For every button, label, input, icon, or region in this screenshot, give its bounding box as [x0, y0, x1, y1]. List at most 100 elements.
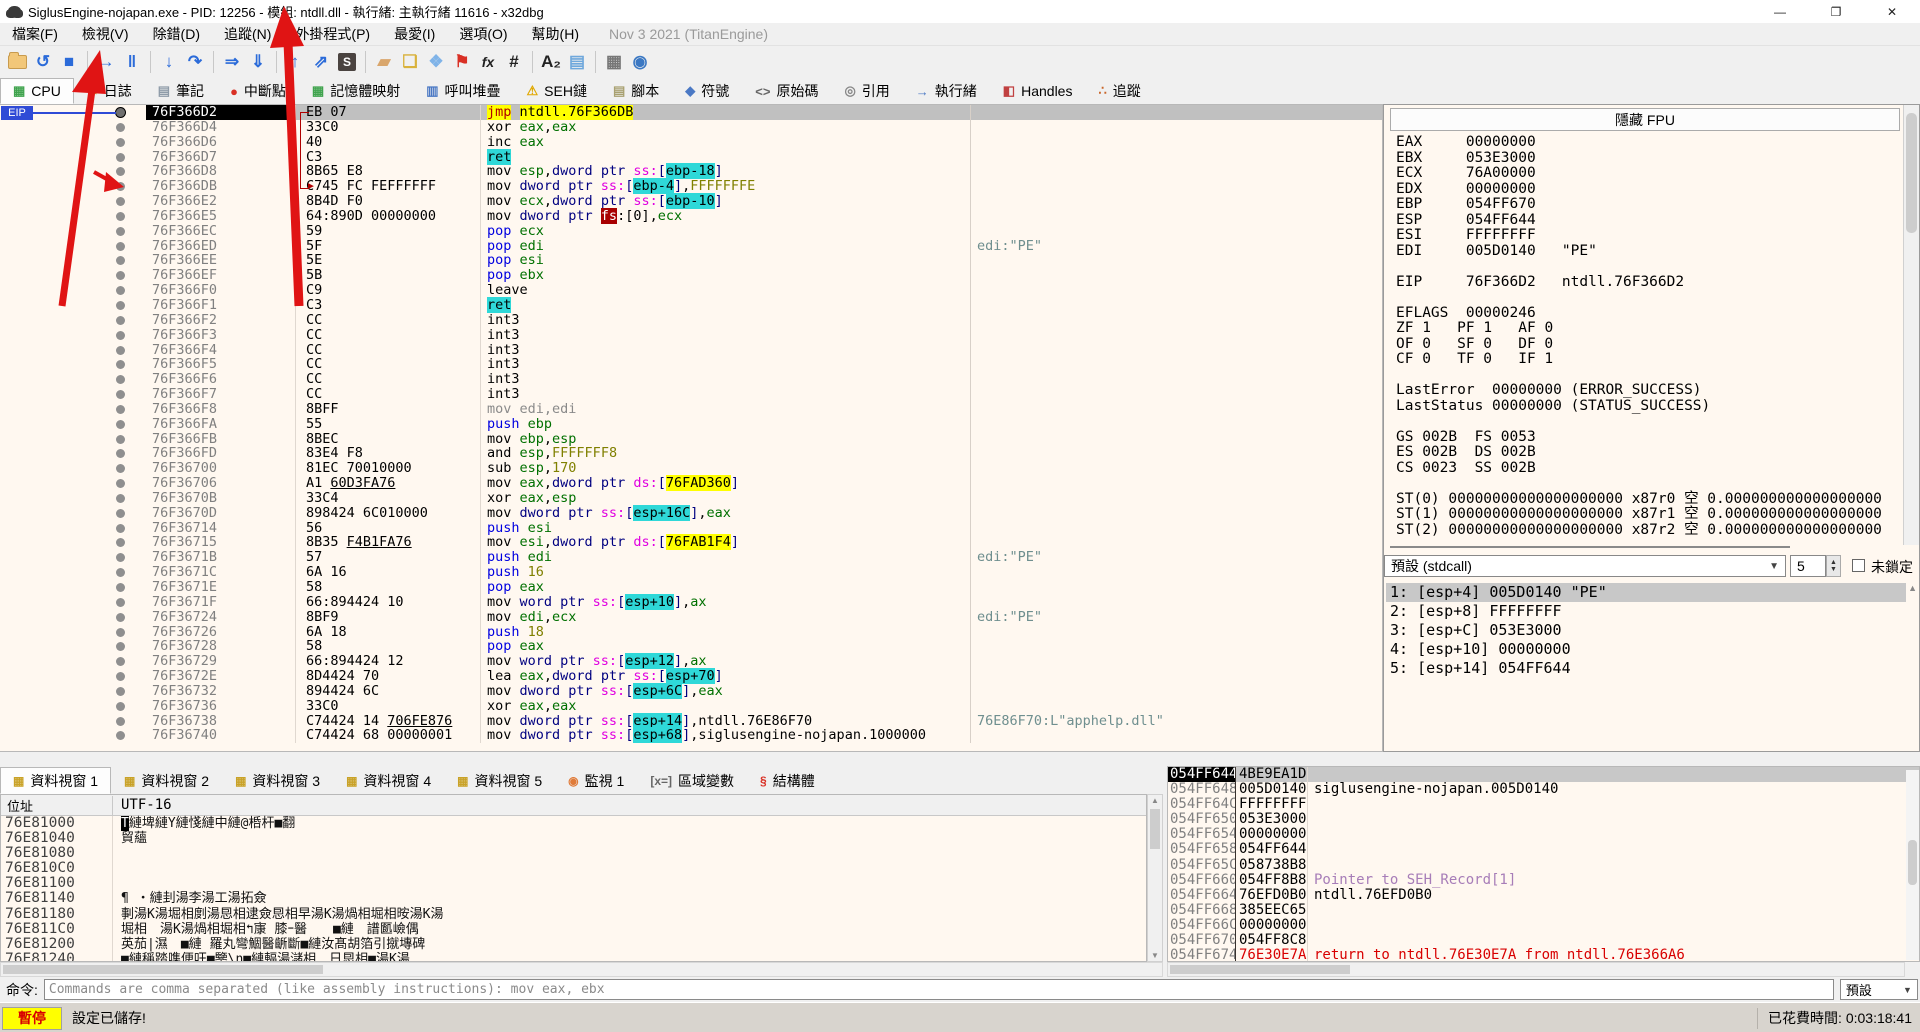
instruction-address[interactable]: 76F36732: [146, 684, 296, 699]
argument-row[interactable]: 5: [esp+14] 054FF644: [1386, 659, 1906, 678]
stack-row[interactable]: 054FF64CFFFFFFFF: [1168, 797, 1919, 812]
breakpoint-gutter[interactable]: [0, 580, 146, 595]
instruction-address[interactable]: 76F3670D: [146, 506, 296, 521]
breakpoint-gutter[interactable]: [0, 610, 146, 625]
instruction-address[interactable]: 76F366F3: [146, 328, 296, 343]
stack-row[interactable]: 054FF65400000000: [1168, 827, 1919, 842]
breakpoint-dot-icon[interactable]: [116, 301, 125, 310]
disasm-row[interactable]: 76F3671C6A 16push 16: [0, 565, 1382, 580]
disasm-row[interactable]: 76F3672966:894424 12mov word ptr ss:[esp…: [0, 654, 1382, 669]
breakpoint-gutter[interactable]: [0, 313, 146, 328]
breakpoint-gutter[interactable]: [0, 417, 146, 432]
instruction-address[interactable]: 76F36738: [146, 714, 296, 729]
instruction-address[interactable]: 76F3671B: [146, 550, 296, 565]
instruction-address[interactable]: 76F36714: [146, 521, 296, 536]
disasm-row[interactable]: 76F36740C74424 68 00000001mov dword ptr …: [0, 728, 1382, 743]
disasm-row[interactable]: 76F366F2CCint3: [0, 313, 1382, 328]
argument-row[interactable]: 2: [esp+8] FFFFFFFF: [1386, 602, 1906, 621]
breakpoint-dot-icon[interactable]: [116, 331, 125, 340]
register-line[interactable]: CS 0023 SS 002B: [1396, 461, 1901, 477]
menu-item[interactable]: 外掛程式(P): [283, 22, 382, 46]
dump-address[interactable]: 76E81040: [1, 831, 113, 846]
script-button[interactable]: S: [334, 49, 360, 75]
pause-button[interactable]: ‖: [119, 49, 145, 75]
breakpoint-dot-icon[interactable]: [116, 167, 125, 176]
breakpoint-dot-icon[interactable]: [116, 346, 125, 355]
dump-row[interactable]: 76E81100: [1, 876, 1146, 891]
breakpoint-gutter[interactable]: [0, 298, 146, 313]
register-line[interactable]: LastStatus 00000000 (STATUS_SUCCESS): [1396, 399, 1901, 415]
skip-next-button[interactable]: ⇓: [245, 49, 271, 75]
stack-address[interactable]: 054FF660: [1168, 873, 1236, 888]
dump-horizontal-scrollbar[interactable]: [0, 962, 1163, 977]
register-line[interactable]: EIP 76F366D2 ntdll.76F366D2: [1396, 275, 1901, 291]
breakpoint-gutter[interactable]: [0, 135, 146, 150]
instruction-address[interactable]: 76F366EF: [146, 268, 296, 283]
breakpoint-gutter[interactable]: [0, 209, 146, 224]
stack-address[interactable]: 054FF650: [1168, 812, 1236, 827]
register-line[interactable]: OF 0 SF 0 DF 0: [1396, 337, 1901, 353]
register-line[interactable]: ECX 76A00000: [1396, 166, 1901, 182]
instruction-address[interactable]: 76F366F5: [146, 357, 296, 372]
breakpoint-gutter[interactable]: [0, 684, 146, 699]
breakpoint-gutter[interactable]: [0, 239, 146, 254]
stack-address[interactable]: 054FF66C: [1168, 918, 1236, 933]
patch-button[interactable]: ▰: [371, 49, 397, 75]
breakpoint-dot-icon[interactable]: [116, 153, 125, 162]
breakpoint-gutter[interactable]: [0, 224, 146, 239]
breakpoint-gutter[interactable]: [0, 728, 146, 743]
breakpoint-dot-icon[interactable]: [116, 212, 125, 221]
breakpoint-gutter[interactable]: [0, 387, 146, 402]
dump-row[interactable]: 76E81240■縺稱踏㗱便㕵■鑒\n■縺輻湯㶆相 日㤙相■湯K湯: [1, 952, 1146, 962]
tab-dump-4[interactable]: ▦資料視窗 4: [333, 767, 444, 794]
breakpoint-dot-icon[interactable]: [116, 197, 125, 206]
register-line[interactable]: [1396, 368, 1901, 384]
disasm-row[interactable]: 76F367158B35 F4B1FA76mov esi,dword ptr d…: [0, 535, 1382, 550]
register-line[interactable]: [1396, 414, 1901, 430]
breakpoint-dot-icon[interactable]: [116, 286, 125, 295]
instruction-address[interactable]: 76F366E2: [146, 194, 296, 209]
stack-row[interactable]: 054FF65C058738B8: [1168, 858, 1919, 873]
breakpoint-dot-icon[interactable]: [116, 717, 125, 726]
source-button[interactable]: ▤: [564, 49, 590, 75]
register-line[interactable]: [1396, 290, 1901, 306]
disasm-row[interactable]: 76F366D88B65 E8mov esp,dword ptr ss:[ebp…: [0, 164, 1382, 179]
breakpoint-gutter[interactable]: [0, 714, 146, 729]
stack-address[interactable]: 054FF674: [1168, 948, 1236, 962]
scroll-up-icon[interactable]: ▲: [1908, 583, 1917, 593]
stack-row[interactable]: 054FF648005D0140siglusengine-nojapan.005…: [1168, 782, 1919, 797]
tab-handles[interactable]: ◧Handles: [990, 78, 1086, 104]
disasm-row[interactable]: 76F36738C74424 14 706FE876mov dword ptr …: [0, 714, 1382, 729]
disasm-row[interactable]: 76F3673633C0xor eax,eax: [0, 699, 1382, 714]
breakpoint-dot-icon[interactable]: [116, 672, 125, 681]
register-line[interactable]: ZF 1 PF 1 AF 0: [1396, 321, 1901, 337]
breakpoint-dot-icon[interactable]: [116, 642, 125, 651]
disasm-row[interactable]: 76F366F4CCint3: [0, 343, 1382, 358]
stack-address[interactable]: 054FF670: [1168, 933, 1236, 948]
register-line[interactable]: EFLAGS 00000246: [1396, 306, 1901, 322]
menu-item[interactable]: 選項(O): [447, 22, 519, 46]
instruction-address[interactable]: 76F366EE: [146, 253, 296, 268]
instruction-address[interactable]: 76F366D6: [146, 135, 296, 150]
breakpoint-dot-icon[interactable]: [116, 464, 125, 473]
breakpoint-gutter[interactable]: [0, 432, 146, 447]
breakpoint-gutter[interactable]: [0, 150, 146, 165]
breakpoint-gutter[interactable]: [0, 194, 146, 209]
command-profile-select[interactable]: 預設 ▼: [1840, 979, 1918, 1000]
breakpoint-gutter[interactable]: [0, 372, 146, 387]
breakpoint-gutter[interactable]: [0, 535, 146, 550]
breakpoint-dot-icon[interactable]: [116, 568, 125, 577]
disasm-row[interactable]: 76F366FA55push ebp: [0, 417, 1382, 432]
disasm-row[interactable]: 76F3671B57push ediedi:"PE": [0, 550, 1382, 565]
breakpoint-dot-icon[interactable]: [116, 449, 125, 458]
calling-convention-select[interactable]: 預設 (stdcall) ▼: [1384, 555, 1786, 577]
breakpoint-dot-icon[interactable]: [116, 553, 125, 562]
instruction-address[interactable]: 76F366FB: [146, 432, 296, 447]
disasm-row[interactable]: 76F3672858pop eax: [0, 639, 1382, 654]
stack-address[interactable]: 054FF658: [1168, 842, 1236, 857]
disasm-row[interactable]: 76F366D640inc eax: [0, 135, 1382, 150]
register-line[interactable]: ST(0) 00000000000000000000 x87r0 空 0.000…: [1396, 492, 1901, 508]
instruction-address[interactable]: 76F366F1: [146, 298, 296, 313]
instruction-address[interactable]: 76F366FD: [146, 446, 296, 461]
disasm-row[interactable]: 76F367266A 18push 18: [0, 625, 1382, 640]
